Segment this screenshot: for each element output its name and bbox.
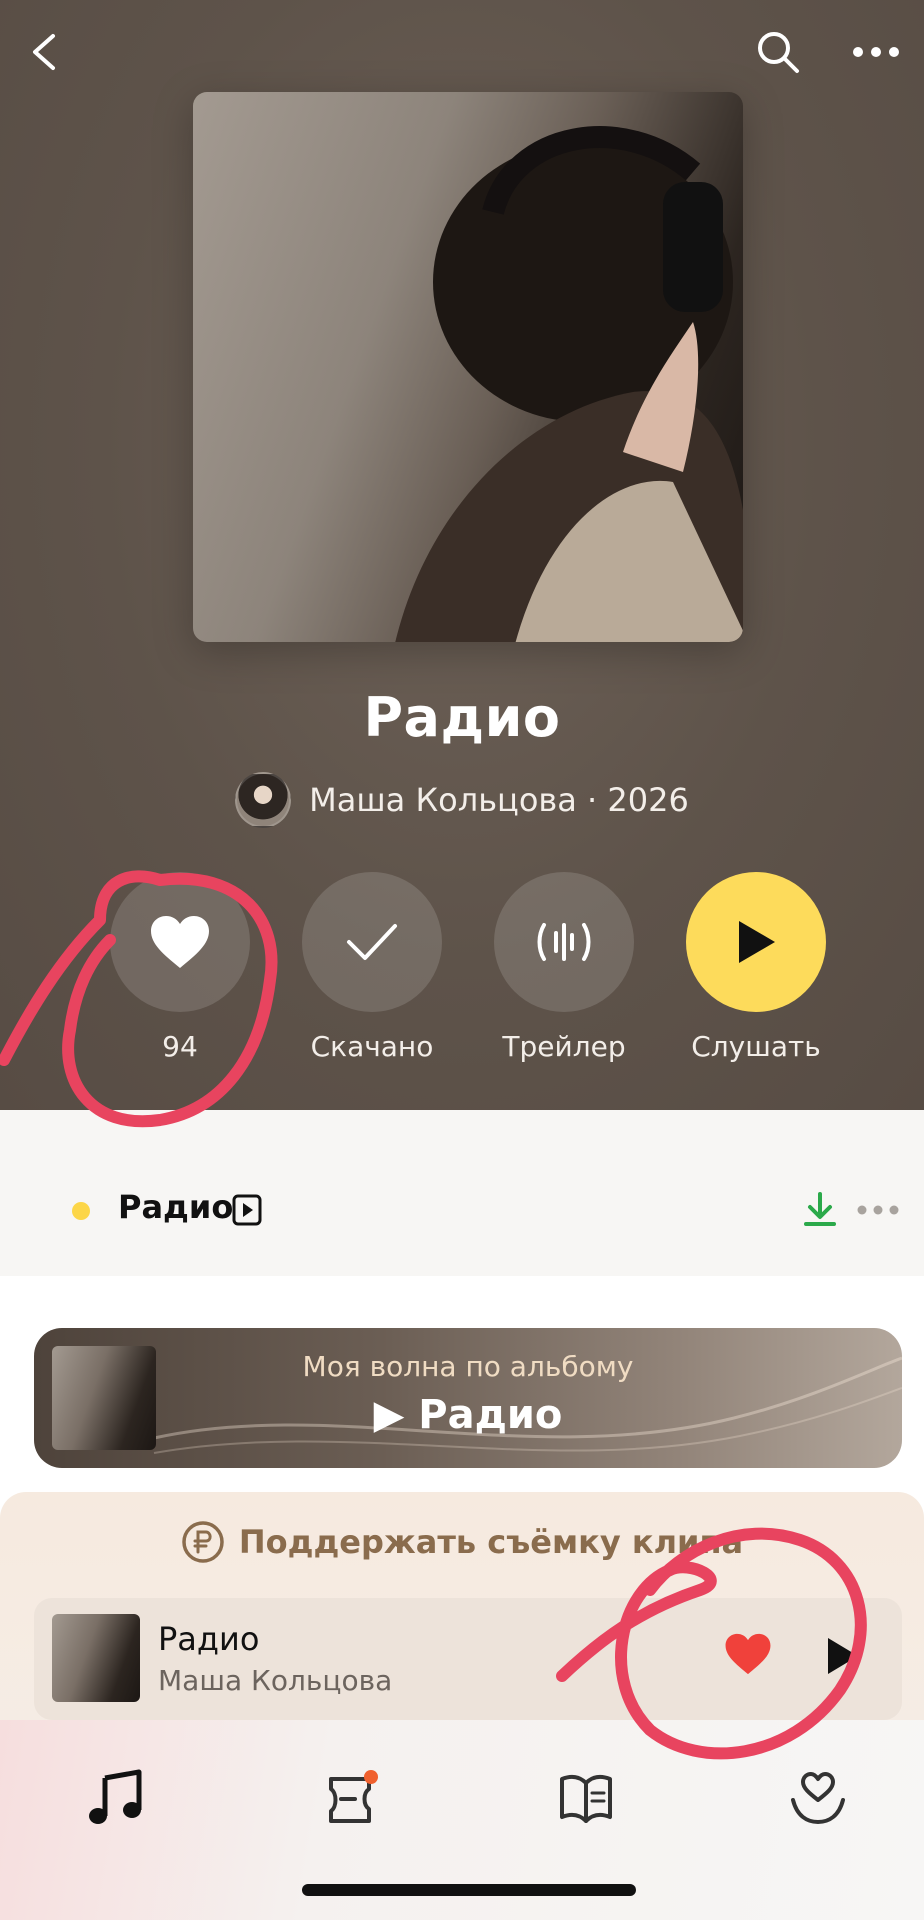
play-icon[interactable] (824, 1636, 860, 1676)
home-indicator (302, 1884, 636, 1896)
music-note-icon (89, 1769, 142, 1824)
video-badge-icon (232, 1194, 262, 1226)
download-icon[interactable] (800, 1190, 840, 1230)
artist-row[interactable]: Маша Кольцова · 2026 (0, 772, 924, 828)
track-header-title: Радио (118, 1188, 234, 1226)
listen-circle (686, 872, 826, 1012)
cover-art-image (395, 126, 743, 642)
ruble-icon (182, 1521, 224, 1563)
search-icon (758, 32, 799, 73)
album-hero: Радио Маша Кольцова · 2026 94 Скачано Тр… (0, 0, 924, 1110)
mini-player-artist: Маша Кольцова (158, 1664, 393, 1697)
more-icon (853, 47, 899, 57)
mini-player-title: Радио (158, 1620, 260, 1658)
track-more-icon[interactable] (856, 1190, 900, 1230)
wave-title: ▶ Радио (373, 1392, 563, 1438)
heart-icon (151, 916, 209, 968)
mini-player-thumbnail (52, 1614, 140, 1702)
my-wave-card[interactable]: Моя волна по альбому ▶ Радио (34, 1328, 902, 1468)
trailer-button[interactable]: Трейлер (494, 872, 634, 1063)
avatar (235, 772, 292, 828)
listen-label: Слушать (691, 1030, 821, 1063)
like-circle (110, 872, 250, 1012)
artist-year-text: Маша Кольцова · 2026 (309, 781, 689, 819)
support-label: Поддержать съёмку клипа (238, 1523, 744, 1561)
downloaded-label: Скачано (310, 1030, 434, 1063)
wave-subtitle: Моя волна по альбому (302, 1350, 634, 1383)
waveform-icon (537, 923, 591, 961)
downloaded-button[interactable]: Скачано (302, 872, 442, 1063)
downloaded-circle (302, 872, 442, 1012)
support-clip-button[interactable]: Поддержать съёмку клипа (0, 1520, 924, 1564)
mini-player[interactable]: Радио Маша Кольцова (34, 1598, 902, 1720)
nav-books[interactable] (546, 1758, 626, 1838)
nav-music[interactable] (76, 1758, 156, 1838)
back-button[interactable] (14, 22, 74, 82)
trailer-circle (494, 872, 634, 1012)
track-header: Радио (0, 1146, 924, 1276)
search-button[interactable] (748, 22, 808, 82)
more-options-button[interactable] (846, 22, 906, 82)
listen-button[interactable]: Слушать (686, 872, 826, 1063)
play-icon (739, 921, 775, 963)
check-icon (347, 924, 397, 960)
like-count: 94 (162, 1030, 198, 1063)
collection-heart-icon (791, 1772, 845, 1825)
like-button[interactable]: 94 (110, 872, 250, 1063)
feed-icon (329, 1770, 378, 1823)
book-icon (560, 1774, 612, 1823)
nav-feed[interactable] (312, 1758, 392, 1838)
now-playing-dot (72, 1202, 90, 1220)
chevron-left-icon (33, 34, 55, 70)
heart-icon[interactable] (724, 1632, 772, 1676)
album-title: Радио (363, 686, 561, 749)
trailer-label: Трейлер (502, 1030, 626, 1063)
album-cover (193, 92, 743, 642)
nav-collection[interactable] (778, 1758, 858, 1838)
